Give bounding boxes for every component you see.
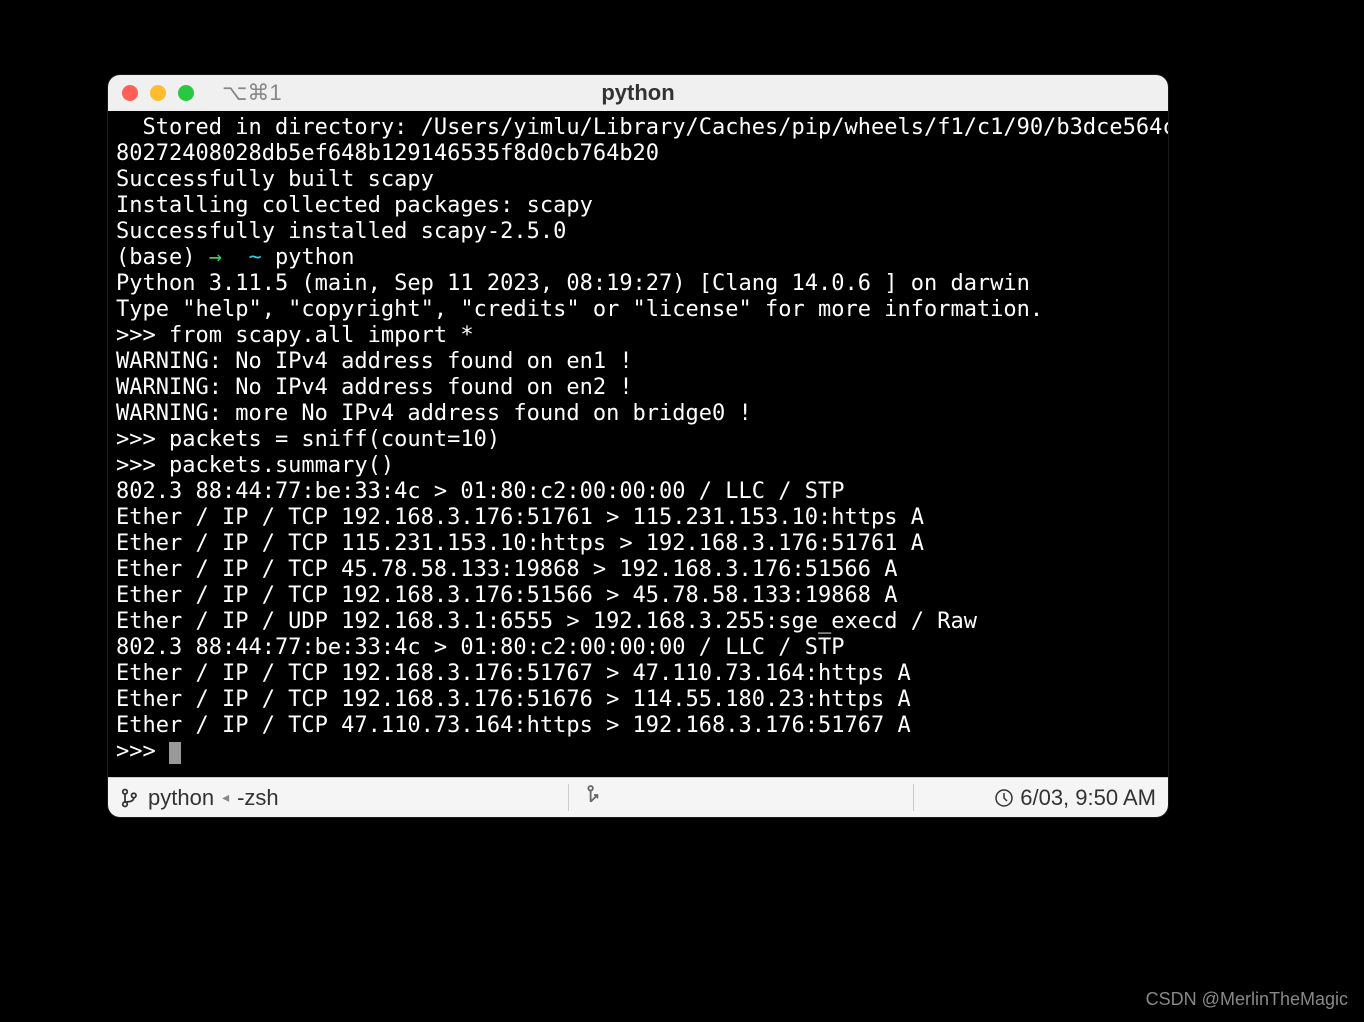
minimize-button[interactable] <box>150 85 166 101</box>
window-shortcut: ⌥⌘1 <box>222 80 282 106</box>
terminal-line: Ether / IP / TCP 45.78.58.133:19868 > 19… <box>116 557 1160 583</box>
watermark: CSDN @MerlinTheMagic <box>1146 989 1348 1010</box>
status-separator: ◂ <box>222 789 229 806</box>
terminal-line: Successfully installed scapy-2.5.0 <box>116 219 1160 245</box>
terminal-line: Ether / IP / TCP 115.231.153.10:https > … <box>116 531 1160 557</box>
status-right: 6/03, 9:50 AM <box>994 785 1156 811</box>
terminal-line: Stored in directory: /Users/yimlu/Librar… <box>116 115 1160 141</box>
terminal-line: Ether / IP / TCP 192.168.3.176:51767 > 4… <box>116 661 1160 687</box>
git-branch-icon <box>120 788 140 808</box>
terminal-line: Installing collected packages: scapy <box>116 193 1160 219</box>
status-center <box>585 783 603 813</box>
cursor-icon <box>169 742 181 764</box>
terminal-line: >>> packets.summary() <box>116 453 1160 479</box>
clock-icon <box>994 788 1014 808</box>
terminal-line: Type "help", "copyright", "credits" or "… <box>116 297 1160 323</box>
titlebar: ⌥⌘1 python <box>108 75 1168 111</box>
terminal-line: Python 3.11.5 (main, Sep 11 2023, 08:19:… <box>116 271 1160 297</box>
terminal-line: >>> <box>116 739 1160 765</box>
divider <box>913 784 914 811</box>
git-status-icon <box>585 783 603 807</box>
terminal-line: WARNING: more No IPv4 address found on b… <box>116 401 1160 427</box>
prompt-env: (base) <box>116 245 209 270</box>
terminal-line: >>> packets = sniff(count=10) <box>116 427 1160 453</box>
status-shell: -zsh <box>237 785 279 811</box>
terminal-line: Ether / IP / TCP 192.168.3.176:51761 > 1… <box>116 505 1160 531</box>
divider <box>568 784 569 811</box>
close-button[interactable] <box>122 85 138 101</box>
terminal-line: Ether / IP / UDP 192.168.3.1:6555 > 192.… <box>116 609 1160 635</box>
terminal-line: Ether / IP / TCP 192.168.3.176:51566 > 4… <box>116 583 1160 609</box>
prompt-cwd: ~ <box>248 245 275 270</box>
status-datetime: 6/03, 9:50 AM <box>1020 785 1156 811</box>
status-process: python <box>148 785 214 811</box>
terminal-line: 80272408028db5ef648b129146535f8d0cb764b2… <box>116 141 1160 167</box>
terminal-line: Ether / IP / TCP 47.110.73.164:https > 1… <box>116 713 1160 739</box>
window-title: python <box>601 80 674 106</box>
prompt-arrow-icon: → <box>209 245 249 270</box>
terminal-line: 802.3 88:44:77:be:33:4c > 01:80:c2:00:00… <box>116 479 1160 505</box>
prompt-command: python <box>275 245 354 270</box>
terminal-line: WARNING: No IPv4 address found on en2 ! <box>116 375 1160 401</box>
terminal-line: >>> from scapy.all import * <box>116 323 1160 349</box>
maximize-button[interactable] <box>178 85 194 101</box>
terminal-line: 802.3 88:44:77:be:33:4c > 01:80:c2:00:00… <box>116 635 1160 661</box>
terminal-window: ⌥⌘1 python Stored in directory: /Users/y… <box>108 75 1168 817</box>
terminal-line: Ether / IP / TCP 192.168.3.176:51676 > 1… <box>116 687 1160 713</box>
python-prompt: >>> <box>116 739 169 764</box>
terminal-line: (base) → ~ python <box>116 245 1160 271</box>
terminal-line: Successfully built scapy <box>116 167 1160 193</box>
terminal-line: WARNING: No IPv4 address found on en1 ! <box>116 349 1160 375</box>
status-left: python ◂ -zsh <box>120 785 279 811</box>
traffic-lights <box>122 85 194 101</box>
status-bar: python ◂ -zsh 6/03, 9:50 AM <box>108 777 1168 817</box>
terminal-body[interactable]: Stored in directory: /Users/yimlu/Librar… <box>108 111 1168 777</box>
